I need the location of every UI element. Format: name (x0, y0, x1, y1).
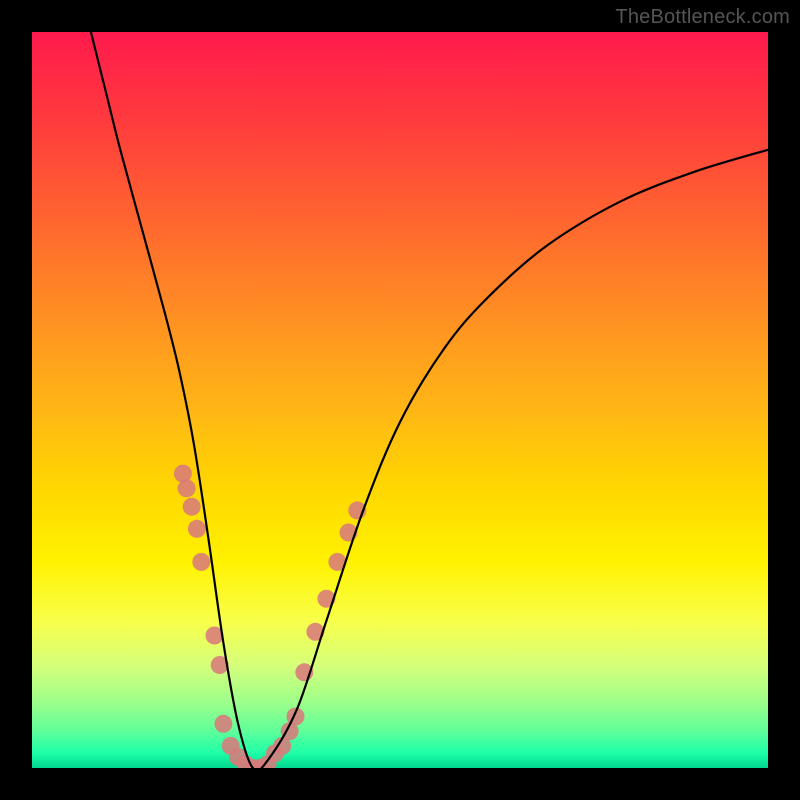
highlight-marker (188, 520, 206, 538)
bottleneck-curve (91, 32, 768, 768)
highlight-marker (183, 498, 201, 516)
highlight-marker (192, 553, 210, 571)
highlight-marker (178, 479, 196, 497)
bottleneck-chart-svg (32, 32, 768, 768)
highlight-marker (214, 715, 232, 733)
chart-plot-area (32, 32, 768, 768)
attribution-text: TheBottleneck.com (615, 6, 790, 29)
marker-group (174, 465, 366, 768)
